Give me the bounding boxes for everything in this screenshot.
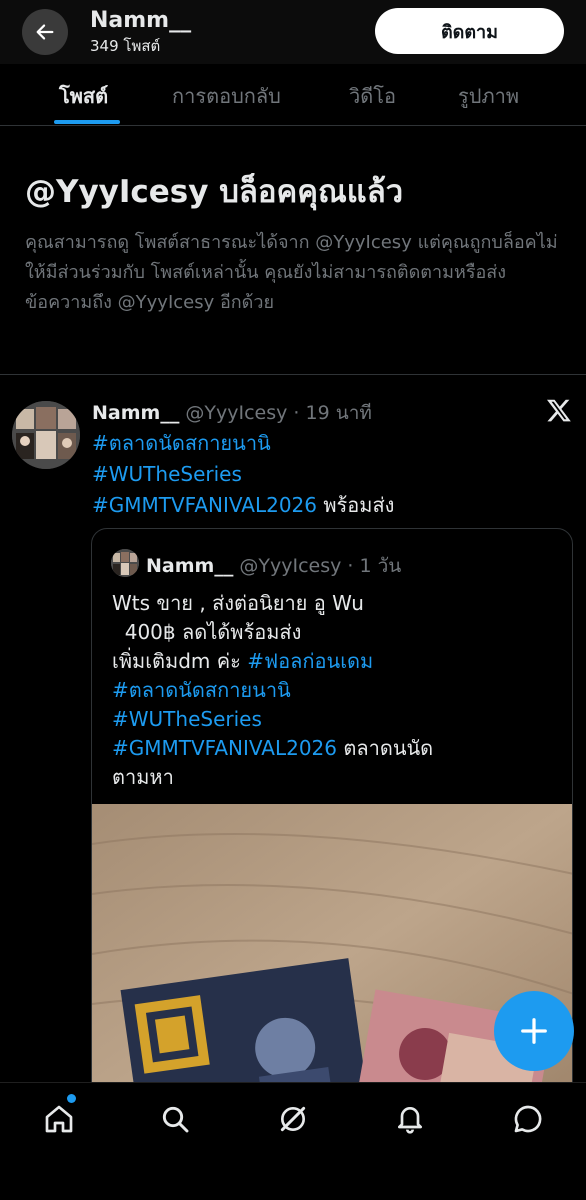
quote-line: 400฿ ลดได้พร้อมส่ง [112, 620, 302, 644]
profile-tabs: โพสต์ การตอบกลับ วิดีโอ รูปภาพ [0, 64, 586, 126]
hashtag[interactable]: #ตลาดนัดสกายนานิ [112, 678, 291, 702]
quote-author-name: Namm__ [146, 555, 234, 577]
quote-line: Wts ขาย , ส่งต่อนิยาย อู Wu [112, 591, 364, 615]
search-icon [162, 1106, 189, 1133]
post-header: Namm__ @YyyIcesy · 19 นาที [92, 398, 372, 428]
back-button[interactable] [22, 9, 68, 55]
nav-notifications[interactable] [392, 1101, 428, 1137]
tab-photos[interactable]: รูปภาพ [458, 80, 519, 112]
plus-icon [521, 1018, 547, 1044]
quote-line: ตามหา [112, 765, 174, 789]
avatar[interactable] [12, 401, 80, 469]
quote-line: เพิ่มเติมdm ค่ะ [112, 649, 248, 673]
tab-posts[interactable]: โพสต์ [59, 80, 108, 112]
divider [0, 374, 586, 375]
quote-header: Namm__ @YyyIcesy · 1 วัน [146, 551, 401, 581]
bottom-nav [0, 1082, 586, 1200]
notification-dot [67, 1094, 76, 1103]
post-handle[interactable]: @YyyIcesy [185, 402, 287, 424]
tab-replies[interactable]: การตอบกลับ [172, 80, 281, 112]
post-count: 349 โพสต์ [90, 37, 161, 55]
blocked-description: คุณสามารถดู โพสต์สาธารณะได้จาก @YyyIcesy… [25, 232, 558, 313]
quote-time: · 1 วัน [347, 555, 402, 577]
x-logo-icon [546, 399, 571, 422]
blocked-title: @YyyIcesy บล็อคคุณแล้ว [25, 174, 404, 210]
nav-search[interactable] [157, 1101, 193, 1137]
hashtag[interactable]: #ฟอลก่อนเดม [247, 649, 373, 673]
post-text: #ตลาดนัดสกายนานิ #WUTheSeries #GMMTVFANI… [92, 428, 572, 521]
tab-videos[interactable]: วิดีโอ [349, 80, 396, 112]
quote-text: Wts ขาย , ส่งต่อนิยาย อู Wu 400฿ ลดได้พร… [112, 589, 562, 792]
profile-header: Namm__ 349 โพสต์ ติดตาม [0, 0, 586, 64]
active-tab-indicator [54, 120, 120, 124]
follow-button[interactable]: ติดตาม [375, 8, 564, 54]
message-icon [514, 1105, 542, 1133]
post-author-name[interactable]: Namm__ [92, 402, 179, 424]
post-tail-text: พร้อมส่ง [317, 493, 395, 517]
nav-grok[interactable] [275, 1101, 311, 1137]
hashtag[interactable]: #WUTheSeries [92, 462, 242, 486]
bell-icon [398, 1107, 422, 1134]
quote-handle: @YyyIcesy [239, 555, 342, 577]
hashtag[interactable]: #ตลาดนัดสกายนานิ [92, 431, 271, 455]
post-time: · 19 นาที [293, 402, 372, 424]
quote-avatar [111, 549, 139, 577]
quote-image[interactable] [92, 804, 572, 1127]
hashtag[interactable]: #GMMTVFANIVAL2026 [92, 493, 317, 517]
arrow-left-icon [36, 24, 54, 40]
quote-suffix: ตลาดนนัด [337, 736, 434, 760]
profile-name: Namm__ [90, 8, 192, 33]
home-icon [45, 1105, 73, 1133]
compose-button[interactable] [494, 991, 574, 1071]
nav-messages[interactable] [510, 1101, 546, 1137]
grok-icon [280, 1106, 306, 1132]
nav-home[interactable] [41, 1101, 77, 1137]
hashtag[interactable]: #WUTheSeries [112, 707, 262, 731]
hashtag[interactable]: #GMMTVFANIVAL2026 [112, 736, 337, 760]
